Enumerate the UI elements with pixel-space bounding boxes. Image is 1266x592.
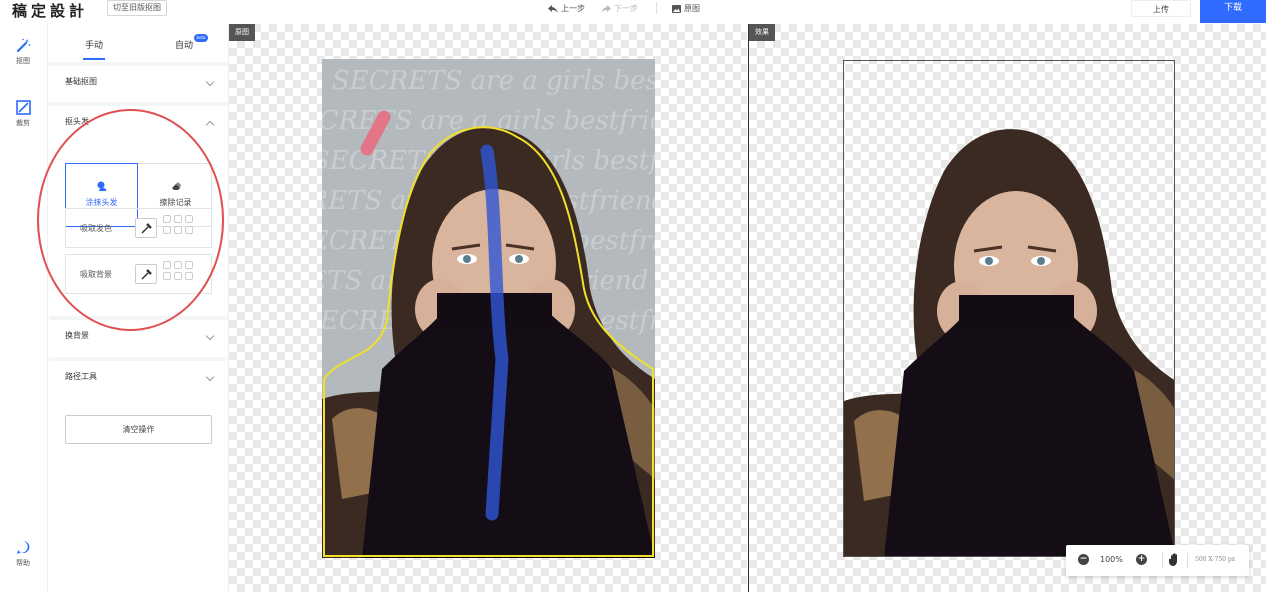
rail-item-crop[interactable]: 裁剪 [0, 100, 46, 128]
chevron-down-icon [205, 331, 215, 341]
top-bar: 稿定設計 切至旧版抠图 上一步 下一步 原图 上传 下载 [0, 0, 1266, 24]
original-label: 原图 [684, 4, 700, 13]
result-tag: 效果 [749, 24, 775, 41]
undo-icon [548, 4, 558, 13]
section-path-tool[interactable]: 路径工具 [49, 357, 229, 393]
redo-icon [601, 4, 611, 13]
section-title: 基础抠图 [65, 77, 97, 86]
app-logo: 稿定設計 [12, 2, 89, 20]
chevron-up-icon[interactable] [205, 120, 215, 130]
zoom-divider [1187, 553, 1188, 568]
section-title: 换背景 [65, 331, 89, 340]
toolbar-divider [656, 2, 657, 14]
portrait-image: SECRETS are a girls bestfriend SECRETS a… [322, 59, 655, 558]
tab-manual[interactable]: 手动 [82, 38, 106, 60]
result-photo [843, 60, 1175, 557]
download-button[interactable]: 下载 [1200, 0, 1266, 23]
chevron-down-icon [205, 77, 215, 87]
crop-icon [15, 100, 31, 115]
plus-icon: + [1137, 554, 1146, 564]
chevron-down-icon [205, 372, 215, 382]
clear-operations-button[interactable]: 清空操作 [65, 415, 212, 444]
undo-button[interactable]: 上一步 [548, 3, 585, 14]
rail-label-help: 帮助 [16, 559, 30, 567]
mode-tabs: 手动 自动 [49, 24, 229, 62]
rail-item-help[interactable]: ? 帮助 [0, 540, 46, 568]
redo-label: 下一步 [614, 4, 638, 13]
zoom-bar: − 100% + 500 X 750 px [1066, 545, 1249, 576]
upload-button[interactable]: 上传 [1131, 0, 1191, 17]
cutout-image [844, 129, 1174, 556]
rail-item-cutout[interactable]: 抠图 [0, 38, 46, 66]
svg-text:SECRETS are a girls bestfriend: SECRETS are a girls bestfriend [332, 66, 655, 96]
image-size-label: 500 X 750 px [1195, 556, 1236, 563]
left-rail: 抠图 裁剪 ? 帮助 [0, 24, 48, 592]
original-tag: 原图 [229, 24, 255, 41]
tab-auto[interactable]: 自动 [175, 38, 193, 51]
help-icon: ? [16, 541, 29, 554]
section-title: 路径工具 [65, 372, 97, 381]
switch-old-version-button[interactable]: 切至旧版抠图 [107, 0, 167, 16]
rail-label-cutout: 抠图 [16, 57, 30, 65]
result-canvas[interactable]: 效果 [748, 24, 1266, 592]
hand-icon [1169, 553, 1177, 566]
zoom-in-button[interactable]: + [1136, 554, 1147, 565]
zoom-divider [1162, 553, 1163, 568]
annotation-circle [37, 109, 224, 331]
svg-text:?: ? [21, 544, 25, 552]
original-image-button[interactable]: 原图 [672, 3, 700, 14]
redo-button[interactable]: 下一步 [601, 3, 638, 14]
magic-wand-icon [16, 38, 30, 53]
section-basic-cutout[interactable]: 基础抠图 [49, 62, 229, 98]
beta-badge: beta [194, 34, 208, 42]
pan-hand-button[interactable] [1169, 553, 1180, 568]
rail-label-crop: 裁剪 [16, 119, 30, 127]
zoom-level: 100% [1100, 555, 1123, 564]
original-canvas[interactable]: 原图 SECRETS are a girls bestfriend SECRET… [229, 24, 747, 592]
original-photo: SECRETS are a girls bestfriend SECRETS a… [322, 59, 655, 558]
undo-label: 上一步 [561, 4, 585, 13]
zoom-out-button[interactable]: − [1078, 554, 1089, 565]
minus-icon: − [1079, 554, 1088, 564]
image-icon [672, 4, 681, 13]
